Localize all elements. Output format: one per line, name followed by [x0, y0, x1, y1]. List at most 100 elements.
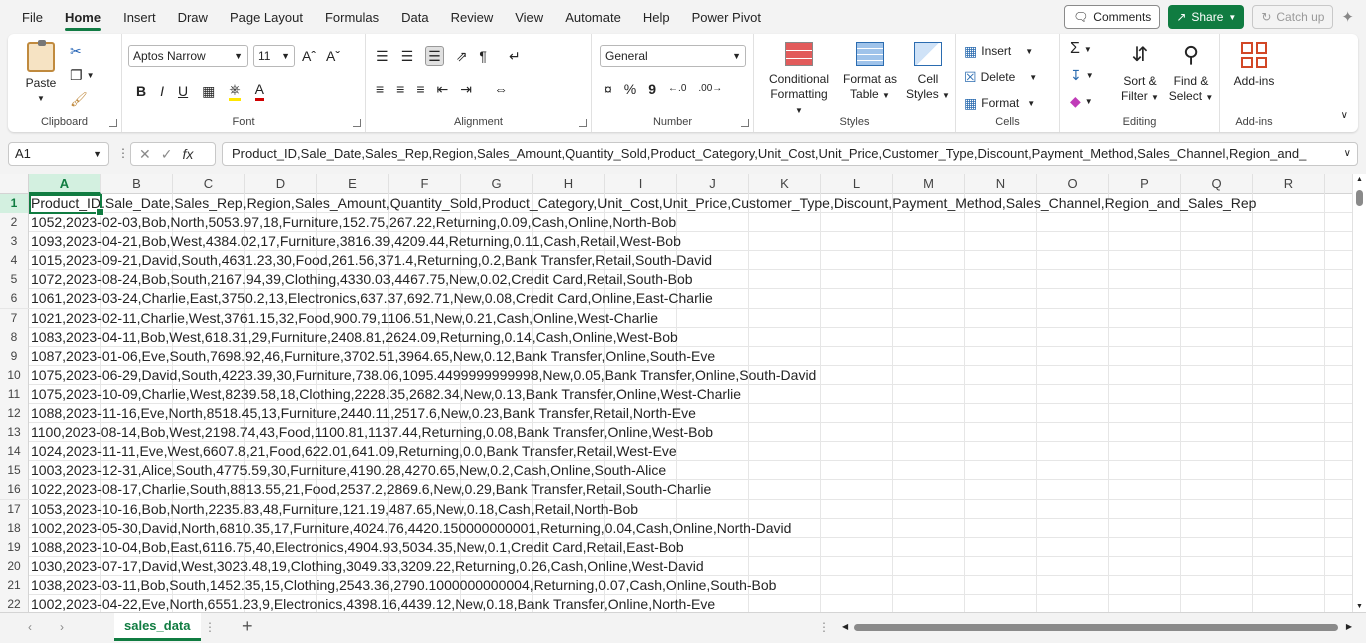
menu-help[interactable]: Help [632, 0, 681, 34]
comma-button[interactable]: 9 [648, 80, 656, 98]
format-as-table-button[interactable]: Format as Table ▼ [842, 42, 898, 103]
clear-button[interactable]: ◆ ▼ [1070, 92, 1093, 110]
cancel-icon[interactable]: ✕ [139, 146, 151, 163]
cell-a1[interactable]: Product_ID,Sale_Date,Sales_Rep,Region,Sa… [31, 194, 1256, 213]
select-all-corner[interactable] [0, 174, 29, 194]
row-header[interactable]: 16 [0, 480, 29, 500]
row-header[interactable]: 21 [0, 575, 29, 595]
align-bottom-icon[interactable]: ☰ [425, 46, 444, 66]
align-center-icon[interactable]: ≡ [396, 80, 404, 98]
format-cells-button[interactable]: ▦ Format ▼ [964, 94, 1035, 112]
increase-font-icon[interactable]: Aˆ [302, 47, 316, 65]
row-header[interactable]: 20 [0, 556, 29, 576]
menu-draw[interactable]: Draw [167, 0, 219, 34]
increase-decimal-icon[interactable]: ←.0 [668, 80, 686, 98]
column-header-f[interactable]: F [389, 174, 461, 194]
more-icon[interactable]: ⋮ [117, 146, 129, 160]
underline-button[interactable]: U [178, 82, 188, 100]
align-middle-icon[interactable]: ☰ [401, 47, 414, 65]
number-format-select[interactable]: General ▼ [600, 45, 746, 67]
cell-a3[interactable]: 1093,2023-04-21,Bob,West,4384.02,17,Furn… [31, 232, 681, 251]
row-header[interactable]: 22 [0, 594, 29, 612]
row-header[interactable]: 6 [0, 289, 29, 309]
menu-automate[interactable]: Automate [554, 0, 632, 34]
decrease-font-icon[interactable]: Aˇ [326, 47, 340, 65]
cell-a11[interactable]: 1075,2023-10-09,Charlie,West,8239.58,18,… [31, 385, 741, 404]
column-header-l[interactable]: L [821, 174, 893, 194]
row-header[interactable]: 12 [0, 404, 29, 424]
column-header-e[interactable]: E [317, 174, 389, 194]
sheet-tab[interactable]: sales_data [114, 613, 201, 641]
font-size-select[interactable]: 11 ▼ [253, 45, 295, 67]
menu-view[interactable]: View [504, 0, 554, 34]
paste-button[interactable]: Paste ▼ [20, 40, 62, 106]
column-header-d[interactable]: D [245, 174, 317, 194]
cell-a6[interactable]: 1061,2023-03-24,Charlie,East,3750.2,13,E… [31, 289, 713, 308]
cell-a18[interactable]: 1002,2023-05-30,David,North,6810.35,17,F… [31, 519, 791, 538]
worksheet-grid[interactable]: ABCDEFGHIJKLMNOPQR 1 Product_ID,Sale_Date… [0, 174, 1366, 612]
cell-a8[interactable]: 1083,2023-04-11,Bob,West,618.31,29,Furni… [31, 328, 678, 347]
cell-a22[interactable]: 1002,2023-04-22,Eve,North,6551.23,9,Elec… [31, 595, 715, 612]
percent-button[interactable]: % [624, 80, 636, 98]
sheet-menu-icon[interactable]: ⋮ [204, 620, 216, 634]
row-header[interactable]: 9 [0, 346, 29, 366]
menu-formulas[interactable]: Formulas [314, 0, 390, 34]
cell-a19[interactable]: 1088,2023-10-04,Bob,East,6116.75,40,Elec… [31, 538, 684, 557]
column-header-c[interactable]: C [173, 174, 245, 194]
column-header-h[interactable]: H [533, 174, 605, 194]
row-header[interactable]: 7 [0, 308, 29, 328]
column-header-m[interactable]: M [893, 174, 965, 194]
alignment-launcher-icon[interactable] [579, 119, 587, 127]
horizontal-scrollbar[interactable]: ◀ ▶ [842, 622, 1352, 634]
cell-a12[interactable]: 1088,2023-11-16,Eve,North,8518.45,13,Fur… [31, 404, 696, 423]
formula-input[interactable]: Product_ID,Sale_Date,Sales_Rep,Region,Sa… [222, 142, 1358, 166]
sort-filter-button[interactable]: ⇵ Sort & Filter ▼ [1116, 42, 1164, 105]
row-header[interactable]: 13 [0, 423, 29, 443]
menu-power-pivot[interactable]: Power Pivot [681, 0, 772, 34]
row-header[interactable]: 11 [0, 384, 29, 404]
more-icon[interactable]: ⋮ [818, 620, 830, 634]
row-header[interactable]: 17 [0, 499, 29, 519]
cell-a7[interactable]: 1021,2023-02-11,Charlie,West,3761.15,32,… [31, 309, 658, 328]
column-header-a[interactable]: A [29, 174, 101, 194]
merge-center-icon[interactable]: ⇔ [494, 80, 508, 98]
cell-a9[interactable]: 1087,2023-01-06,Eve,South,7698.92,46,Fur… [31, 347, 715, 366]
insert-cells-button[interactable]: ▦ Insert ▼ [964, 42, 1033, 60]
row-header[interactable]: 5 [0, 270, 29, 290]
row-header[interactable]: 8 [0, 327, 29, 347]
row-header[interactable]: 3 [0, 232, 29, 252]
cell-a15[interactable]: 1003,2023-12-31,Alice,South,4775.59,30,F… [31, 461, 666, 480]
fill-color-icon[interactable]: ⎈ [229, 80, 241, 101]
menu-review[interactable]: Review [440, 0, 505, 34]
currency-icon[interactable]: ¤ [604, 80, 612, 98]
insert-function-button[interactable]: fx [182, 146, 193, 162]
scroll-right-icon[interactable]: ▶ [1346, 622, 1352, 631]
copilot-icon[interactable]: ✦ [1341, 8, 1354, 26]
conditional-formatting-button[interactable]: Conditional Formatting ▼ [766, 42, 832, 118]
row-header[interactable]: 2 [0, 213, 29, 233]
align-left-icon[interactable]: ≡ [376, 80, 384, 98]
delete-cells-button[interactable]: ☒ Delete ▼ [964, 68, 1037, 86]
check-icon[interactable]: ✓ [161, 146, 173, 163]
cut-button[interactable]: ✂ [70, 42, 82, 60]
find-select-button[interactable]: ⚲ Find & Select ▼ [1166, 42, 1216, 105]
cell-a4[interactable]: 1015,2023-09-21,David,South,4631.23,30,F… [31, 251, 712, 270]
column-header-g[interactable]: G [461, 174, 533, 194]
format-painter-button[interactable]: 🖌 [70, 90, 88, 108]
cell-a10[interactable]: 1075,2023-06-29,David,South,4223.39,30,F… [31, 366, 816, 385]
scroll-up-icon[interactable]: ▲ [1356, 176, 1363, 183]
column-header-r[interactable]: R [1253, 174, 1325, 194]
menu-home[interactable]: Home [54, 0, 112, 34]
align-right-icon[interactable]: ≡ [416, 80, 424, 98]
cell-styles-button[interactable]: Cell Styles ▼ [904, 42, 952, 103]
row-header[interactable]: 4 [0, 251, 29, 271]
cell-a16[interactable]: 1022,2023-08-17,Charlie,South,8813.55,21… [31, 480, 711, 499]
font-family-select[interactable]: Aptos Narrow ▼ [128, 45, 248, 67]
wrap-text-icon[interactable]: ↵ [509, 47, 521, 65]
cell-a17[interactable]: 1053,2023-10-16,Bob,North,2235.83,48,Fur… [31, 500, 638, 519]
comments-button[interactable]: 🗨 Comments [1064, 5, 1161, 29]
row-header[interactable]: 15 [0, 461, 29, 481]
autosum-button[interactable]: Σ ▼ [1070, 40, 1092, 58]
increase-indent-icon[interactable]: ⇥ [460, 80, 472, 98]
column-header-q[interactable]: Q [1181, 174, 1253, 194]
